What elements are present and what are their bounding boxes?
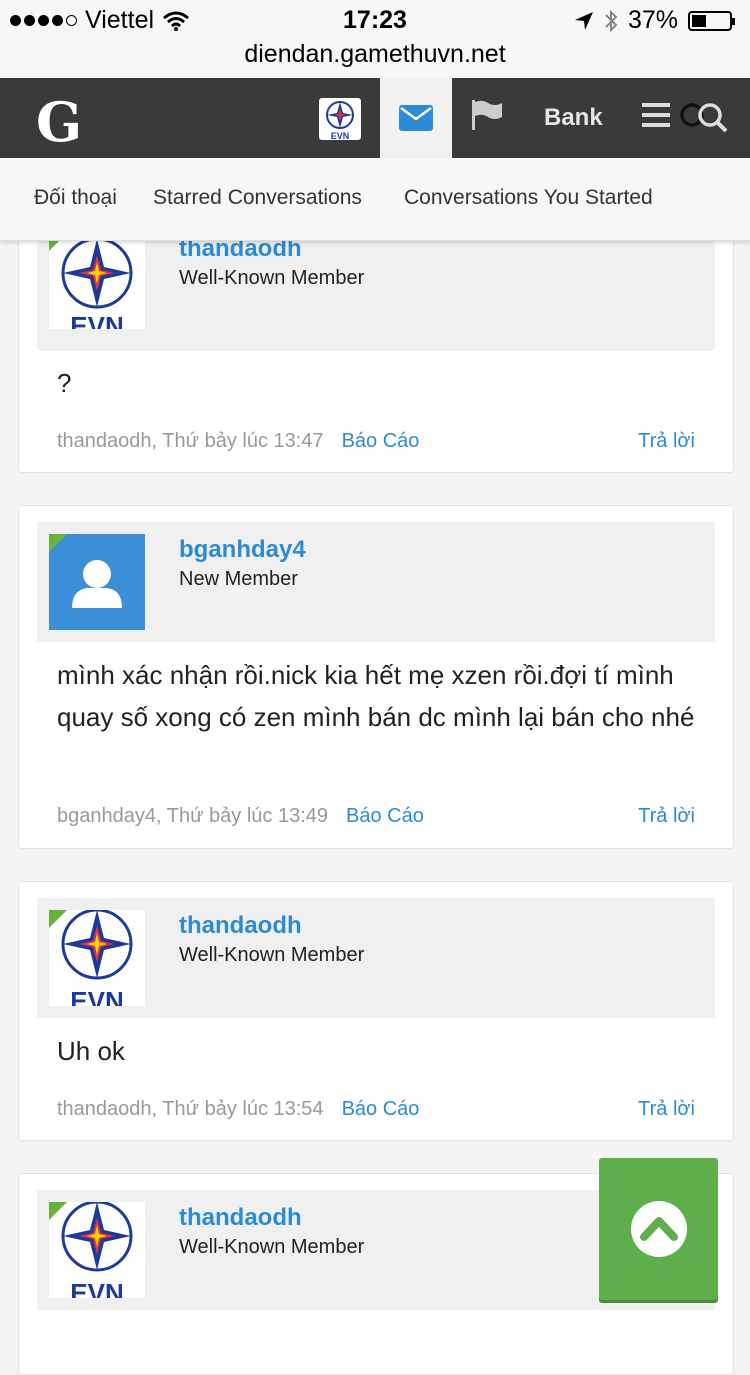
username-link[interactable]: bganhday4 <box>179 536 306 564</box>
online-indicator <box>49 1202 69 1222</box>
message-post: EVN thandaodh Well-Known Member ? thanda… <box>18 205 734 473</box>
message-meta: bganhday4, Thứ bảy lúc 13:49 Báo Cáo <box>57 805 424 828</box>
user-title: Well-Known Member <box>179 944 365 966</box>
reply-link[interactable]: Trả lời <box>638 1098 695 1121</box>
battery-icon <box>688 10 735 31</box>
status-bar: Viettel 17:23 37% diendan.gamethuvn.net <box>0 0 750 78</box>
message-userbar: EVN thandaodh Well-Known Member <box>37 898 715 1018</box>
battery-percent: 37% <box>627 6 678 34</box>
scroll-to-top-button[interactable] <box>599 1158 718 1300</box>
tab-starred-conversations[interactable]: Starred Conversations <box>153 186 362 210</box>
message-post: bganhday4 New Member mình xác nhận rồi.n… <box>18 505 734 849</box>
user-title: Well-Known Member <box>179 267 365 289</box>
avatar[interactable]: EVN <box>49 1202 145 1298</box>
online-indicator <box>49 910 69 930</box>
username-link[interactable]: thandaodh <box>179 912 302 940</box>
top-navbar: G EVN Bank <box>0 78 750 158</box>
page-url[interactable]: diendan.gamethuvn.net <box>0 40 750 69</box>
message-text: Uh ok <box>57 1036 125 1066</box>
status-right: 37% <box>574 6 735 35</box>
search-icon[interactable] <box>680 100 730 136</box>
report-link[interactable]: Báo Cáo <box>342 430 420 452</box>
user-avatar[interactable]: EVN <box>319 98 361 141</box>
message-userbar: bganhday4 New Member <box>37 522 715 642</box>
author-time: bganhday4, Thứ bảy lúc 13:49 <box>57 805 328 827</box>
username-link[interactable]: thandaodh <box>179 1204 302 1232</box>
message-meta: thandaodh, Thứ bảy lúc 13:47 Báo Cáo <box>57 430 419 453</box>
avatar[interactable]: EVN <box>49 910 145 1006</box>
bluetooth-icon <box>605 9 618 32</box>
report-link[interactable]: Báo Cáo <box>342 1098 420 1120</box>
message-text: mình xác nhận rồi.nick kia hết mẹ xzen r… <box>57 660 695 732</box>
avatar[interactable]: EVN <box>49 233 145 329</box>
svg-text:EVN: EVN <box>331 131 350 140</box>
message-text: ? <box>57 368 72 398</box>
reply-link[interactable]: Trả lời <box>638 430 695 453</box>
message-meta: thandaodh, Thứ bảy lúc 13:54 Báo Cáo <box>57 1098 419 1121</box>
author-time: thandaodh, Thứ bảy lúc 13:54 <box>57 1098 324 1120</box>
tab-conversations-you-started[interactable]: Conversations You Started <box>404 186 653 210</box>
user-title: New Member <box>179 568 298 590</box>
user-title: Well-Known Member <box>179 1236 365 1258</box>
reply-link[interactable]: Trả lời <box>638 805 695 828</box>
bank-link[interactable]: Bank <box>544 104 603 132</box>
online-indicator <box>49 534 69 554</box>
chevron-up-icon <box>631 1201 687 1257</box>
menu-icon[interactable] <box>642 102 672 128</box>
svg-text:EVN: EVN <box>70 986 123 1006</box>
report-link[interactable]: Báo Cáo <box>346 805 424 827</box>
avatar[interactable] <box>49 534 145 630</box>
conversations-tab[interactable] <box>380 78 452 158</box>
conversations-subnav: Đối thoại Starred Conversations Conversa… <box>0 158 750 241</box>
site-logo[interactable]: G <box>36 90 82 154</box>
mail-icon <box>399 105 433 131</box>
flag-icon[interactable] <box>470 100 504 130</box>
tab-conversations[interactable]: Đối thoại <box>34 186 117 210</box>
message-post: EVN thandaodh Well-Known Member Uh ok th… <box>18 881 734 1141</box>
author-time: thandaodh, Thứ bảy lúc 13:47 <box>57 430 324 452</box>
svg-text:EVN: EVN <box>70 311 123 329</box>
location-arrow-icon <box>574 11 593 30</box>
evn-logo-icon: EVN <box>326 101 354 141</box>
svg-text:EVN: EVN <box>70 1278 123 1298</box>
